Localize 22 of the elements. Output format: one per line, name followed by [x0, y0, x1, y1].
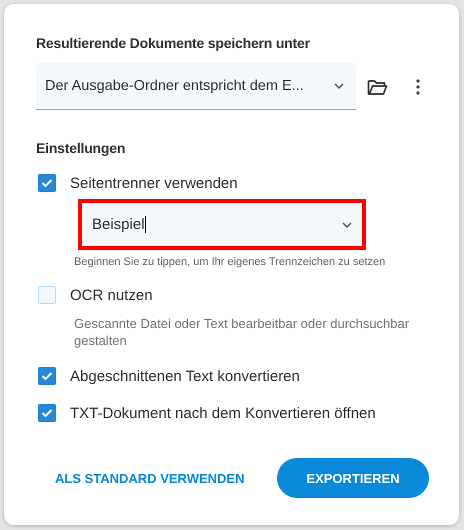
output-folder-dropdown[interactable]: Der Ausgabe-Ordner entspricht dem E... — [36, 63, 356, 110]
export-button[interactable]: EXPORTIEREN — [277, 458, 429, 498]
option-label: TXT-Dokument nach dem Konvertieren öffnen — [70, 404, 376, 422]
hint-text: Beginnen Sie zu tippen, um Ihr eigenes Trennzeichen zu setzen — [74, 256, 386, 268]
caret-icon — [334, 83, 344, 89]
option-description: Gescannte Datei oder Text bearbeitbar oder durchsuchbar gestalten — [74, 315, 410, 349]
folder-icon[interactable] — [367, 78, 388, 94]
option-label: Abgeschnittenen Text konvertieren — [70, 368, 300, 384]
set-default-button[interactable]: ALS STANDARD VERWENDEN — [51, 462, 248, 494]
caret-icon — [342, 222, 352, 228]
section-heading: Resultierende Dokumente speichern unter — [36, 35, 311, 51]
checkmark-icon — [41, 371, 53, 381]
checkbox[interactable] — [38, 174, 56, 192]
separator-dropdown[interactable]: Beispiel — [78, 199, 366, 250]
checkbox[interactable] — [38, 367, 56, 385]
option-label: Seitentrenner verwenden — [70, 174, 238, 192]
option-label: OCR nutzen — [70, 286, 153, 304]
checkmark-icon — [41, 178, 53, 188]
more-options-icon[interactable] — [416, 78, 420, 94]
checkmark-icon — [41, 408, 53, 418]
section-heading: Einstellungen — [36, 140, 126, 156]
checkbox[interactable] — [38, 404, 56, 422]
